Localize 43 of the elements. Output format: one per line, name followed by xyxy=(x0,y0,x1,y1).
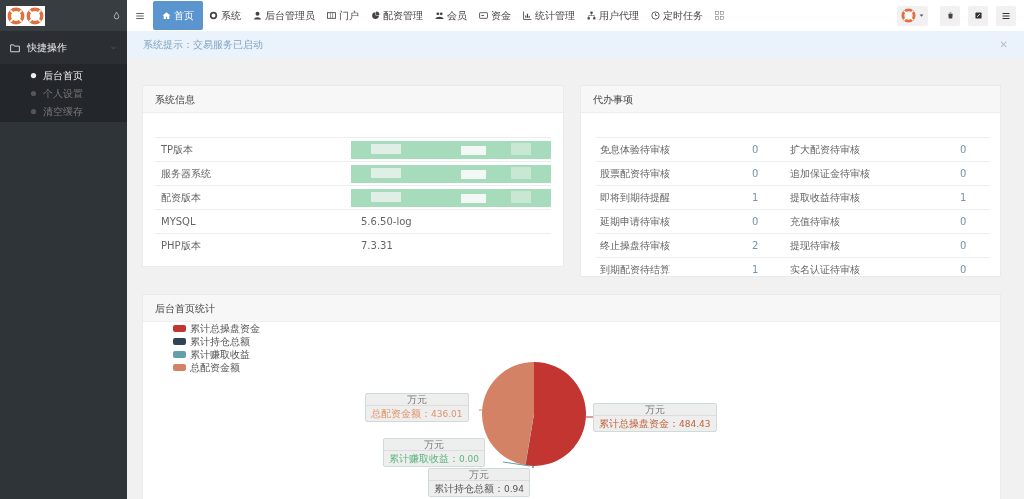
row-label: TP版本 xyxy=(160,143,195,157)
row-label: 提现待审核 xyxy=(790,239,841,253)
unit-label: 万元 xyxy=(366,394,468,406)
row-count: 0 xyxy=(960,143,967,157)
row-count: 0 xyxy=(960,215,967,229)
value-label: 累计总操盘资金：484.43 xyxy=(598,417,712,431)
unit-label: 万元 xyxy=(384,439,485,451)
row-count: 0 xyxy=(752,215,760,229)
row-value: 5.6.50-log xyxy=(361,215,412,229)
unit-label: 万元 xyxy=(429,469,530,481)
row-count: 0 xyxy=(960,263,967,277)
row-count: 2 xyxy=(752,239,760,253)
row-count: 0 xyxy=(752,143,760,157)
row-label: PHP版本 xyxy=(160,239,202,253)
row-label: 提取收益待审核 xyxy=(790,191,861,205)
panel-title: 系统信息 xyxy=(143,86,563,113)
row-count: 1 xyxy=(752,191,760,205)
row-label: 到期配资待结算 xyxy=(599,263,671,277)
row-label: 股票配资待审核 xyxy=(599,167,671,181)
row-count: 1 xyxy=(752,263,760,277)
row-count: 0 xyxy=(752,167,760,181)
panel-title: 代办事项 xyxy=(581,86,1000,113)
value-label: 累计赚取收益：0.00 xyxy=(388,452,481,466)
alert-text: 系统提示：交易服务已启动 xyxy=(143,38,263,52)
row-count: 0 xyxy=(960,167,967,181)
row-label: 追加保证金待审核 xyxy=(790,167,871,181)
value-label: 总配资金额：436.01 xyxy=(370,407,464,421)
row-label: 充值待审核 xyxy=(790,215,841,229)
row-label: 即将到期待提醒 xyxy=(599,191,671,205)
row-label: MYSQL xyxy=(160,215,197,229)
row-count: 1 xyxy=(960,191,967,205)
row-label: 配资版本 xyxy=(160,191,202,205)
value-label: 累计持仓总额：0.94 xyxy=(433,482,526,496)
row-label: 终止操盘待审核 xyxy=(599,239,671,253)
panel-title: 后台首页统计 xyxy=(143,295,1000,322)
row-count: 0 xyxy=(960,239,967,253)
row-value: 7.3.31 xyxy=(361,239,393,253)
row-label: 免息体验待审核 xyxy=(599,143,671,157)
row-label: 扩大配资待审核 xyxy=(790,143,861,157)
row-label: 延期申请待审核 xyxy=(599,215,671,229)
row-label: 实名认证待审核 xyxy=(790,263,861,277)
unit-label: 万元 xyxy=(594,404,716,416)
row-label: 服务器系统 xyxy=(160,167,212,181)
